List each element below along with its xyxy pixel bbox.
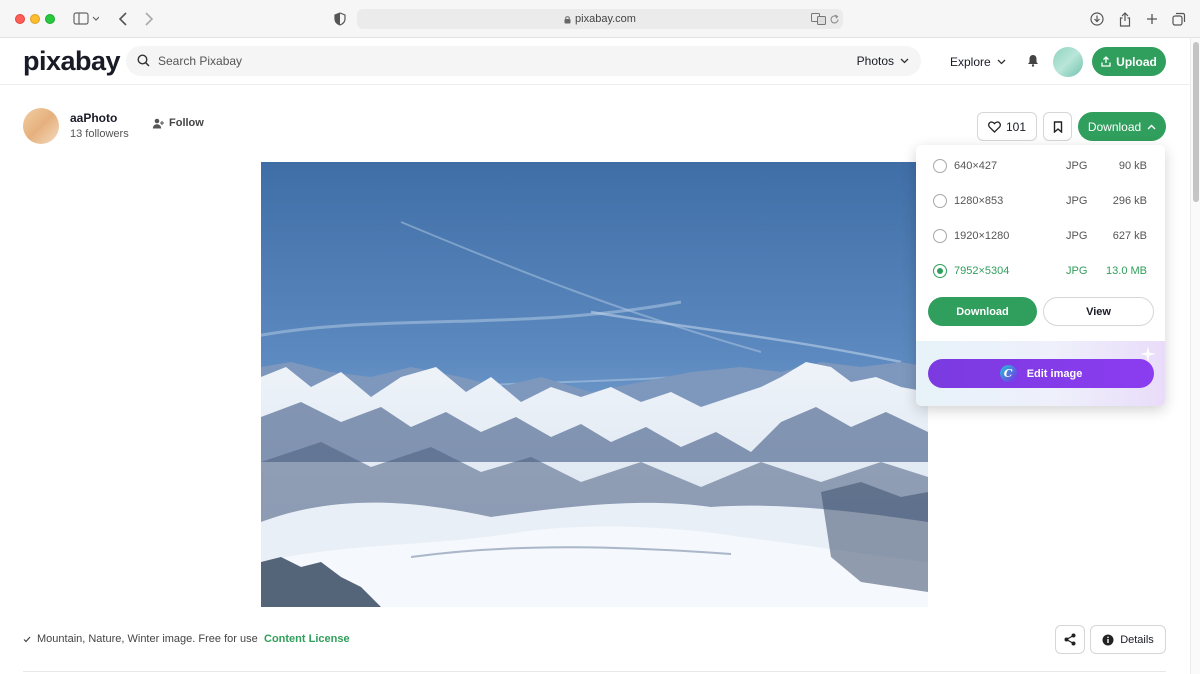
scrollbar-thumb[interactable]: [1193, 42, 1199, 202]
lock-icon: [564, 15, 571, 24]
option-resolution: 1920×1280: [954, 230, 1010, 242]
share-page-icon[interactable]: [1117, 9, 1133, 29]
option-size: 627 kB: [1112, 230, 1147, 242]
info-icon: [1102, 634, 1114, 645]
media-type-select[interactable]: Photos: [857, 54, 909, 68]
minimize-window-button[interactable]: [30, 14, 40, 24]
url-text: pixabay.com: [575, 13, 636, 25]
search-input[interactable]: Search Pixabay: [158, 54, 242, 68]
image-caption: Mountain, Nature, Winter image. Free for…: [23, 633, 258, 645]
view-button[interactable]: View: [1043, 297, 1154, 326]
download-option-selected[interactable]: 7952×5304 JPG 13.0 MB: [916, 252, 1165, 287]
download-options-menu: 640×427 JPG 90 kB 1280×853 JPG 296 kB 19…: [916, 145, 1165, 406]
chevron-down-icon: [900, 58, 909, 64]
edit-image-panel: C Edit image: [916, 341, 1165, 406]
heart-icon: [988, 120, 1001, 133]
download-option[interactable]: 1280×853 JPG 296 kB: [916, 182, 1165, 217]
details-button[interactable]: Details: [1090, 625, 1166, 654]
option-resolution: 7952×5304: [954, 265, 1010, 277]
downloads-icon[interactable]: [1089, 9, 1105, 29]
site-header: pixabay Search Pixabay Photos Explore Up…: [0, 38, 1190, 85]
divider: [23, 671, 1166, 672]
reload-icon[interactable]: [828, 9, 840, 29]
option-format: JPG: [1066, 160, 1088, 172]
zoom-window-button[interactable]: [45, 14, 55, 24]
edit-image-label: Edit image: [1026, 367, 1083, 380]
download-button[interactable]: Download: [928, 297, 1037, 326]
download-option[interactable]: 640×427 JPG 90 kB: [916, 147, 1165, 182]
option-resolution: 640×427: [954, 160, 998, 172]
user-avatar[interactable]: [1053, 47, 1083, 77]
download-dropdown-button[interactable]: Download: [1078, 112, 1166, 141]
pixabay-logo[interactable]: pixabay: [23, 46, 121, 77]
notifications-bell-icon[interactable]: [1027, 54, 1039, 72]
option-size: 13.0 MB: [1106, 265, 1147, 277]
follow-label: Follow: [169, 117, 204, 129]
bookmark-button[interactable]: [1043, 112, 1072, 141]
author-followers: 13 followers: [70, 128, 129, 140]
author-name[interactable]: aaPhoto: [70, 111, 117, 125]
upload-label: Upload: [1116, 54, 1157, 69]
caption-text: Mountain, Nature, Winter image. Free for…: [37, 633, 258, 645]
privacy-shield-icon[interactable]: [332, 9, 348, 29]
like-button[interactable]: 101: [977, 112, 1037, 141]
option-size: 90 kB: [1118, 160, 1147, 172]
canva-logo-icon: C: [999, 365, 1017, 382]
address-bar[interactable]: pixabay.com: [357, 9, 843, 29]
share-button[interactable]: [1055, 625, 1085, 654]
upload-button[interactable]: Upload: [1092, 47, 1166, 76]
radio-button[interactable]: [933, 194, 947, 208]
download-option[interactable]: 1920×1280 JPG 627 kB: [916, 217, 1165, 252]
edit-image-button[interactable]: C Edit image: [928, 359, 1154, 388]
explore-menu[interactable]: Explore: [950, 55, 1006, 69]
checkmark-icon: [23, 636, 31, 642]
option-size: 296 kB: [1112, 195, 1147, 207]
sidebar-toggle-icon[interactable]: [71, 9, 101, 29]
radio-button-checked[interactable]: [933, 264, 947, 278]
share-icon: [1064, 633, 1076, 646]
add-user-icon: [152, 118, 164, 128]
bookmark-icon: [1053, 120, 1062, 133]
new-tab-icon[interactable]: [1144, 9, 1160, 29]
radio-button[interactable]: [933, 159, 947, 173]
chevron-up-icon: [1147, 124, 1156, 129]
details-label: Details: [1120, 633, 1154, 646]
page-scrollbar[interactable]: [1190, 38, 1200, 674]
option-format: JPG: [1066, 265, 1088, 277]
download-label: Download: [1087, 119, 1142, 134]
main-photo[interactable]: [261, 162, 928, 607]
option-format: JPG: [1066, 195, 1088, 207]
chevron-down-icon: [997, 59, 1006, 65]
option-format: JPG: [1066, 230, 1088, 242]
translate-icon[interactable]: [810, 9, 826, 29]
radio-button[interactable]: [933, 229, 947, 243]
tab-overview-icon[interactable]: [1171, 9, 1187, 29]
option-resolution: 1280×853: [954, 195, 1004, 207]
media-type-label: Photos: [856, 54, 894, 68]
content-license-link[interactable]: Content License: [264, 633, 350, 645]
browser-toolbar: pixabay.com: [0, 0, 1200, 38]
search-icon: [137, 54, 150, 72]
search-bar[interactable]: Search Pixabay Photos: [126, 46, 921, 76]
close-window-button[interactable]: [15, 14, 25, 24]
author-avatar[interactable]: [23, 108, 59, 144]
upload-icon: [1101, 56, 1111, 67]
follow-button[interactable]: Follow: [152, 117, 204, 129]
forward-arrow-icon[interactable]: [142, 9, 156, 29]
back-arrow-icon[interactable]: [116, 9, 130, 29]
like-count: 101: [1005, 119, 1027, 134]
explore-label: Explore: [950, 55, 991, 69]
